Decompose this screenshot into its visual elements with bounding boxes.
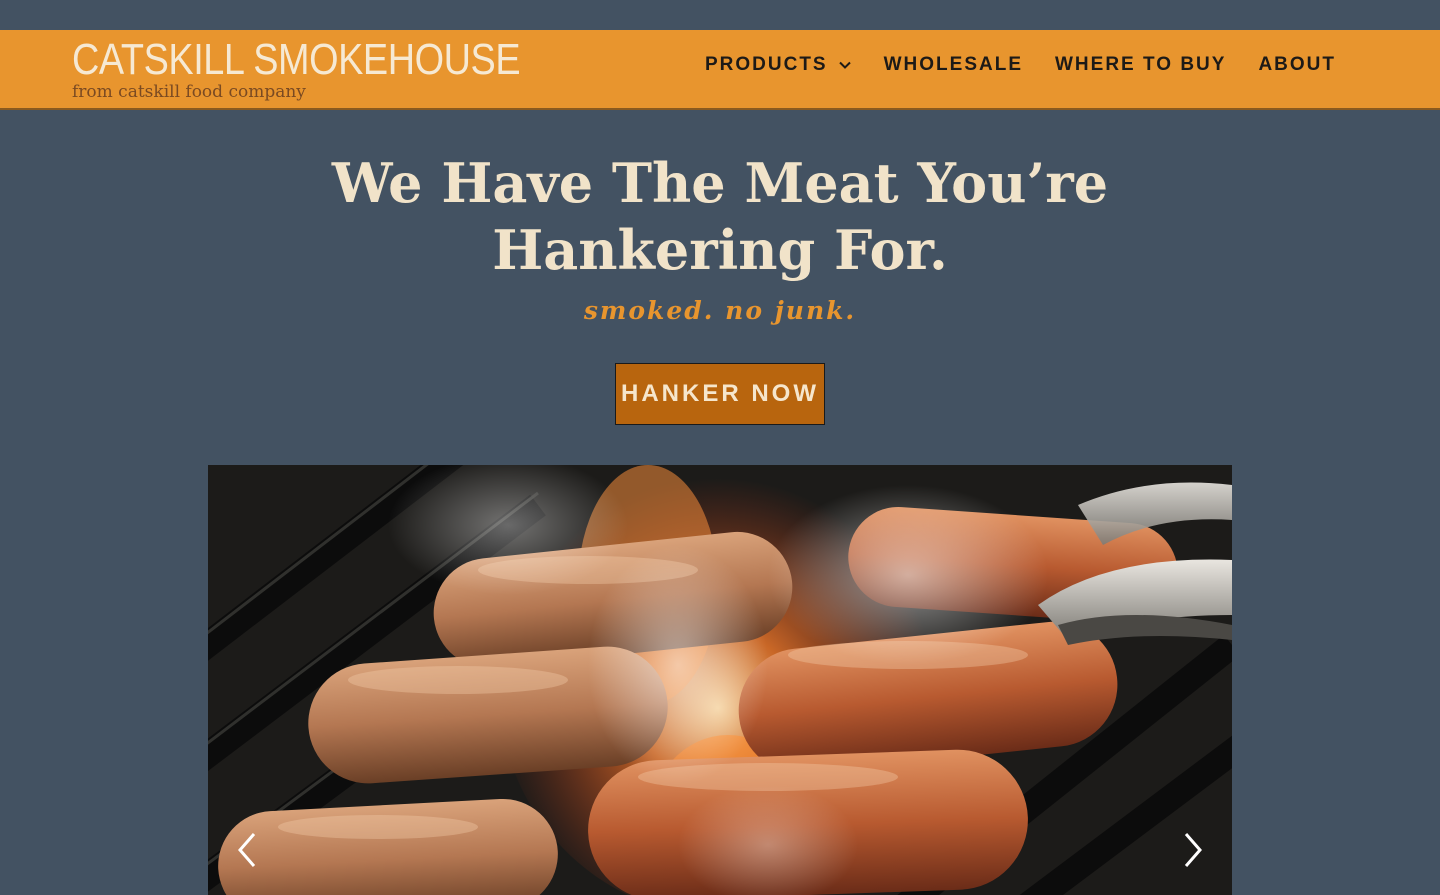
nav-item-label: PRODUCTS (704, 54, 828, 75)
nav-item-label: WHERE TO BUY (1055, 54, 1227, 75)
hero-title-line2: Hankering For. (492, 218, 948, 282)
brand-logo[interactable]: CATSKILL SMOKEHOUSE from catskill food c… (72, 35, 593, 103)
nav-item-label: WHOLESALE (883, 54, 1023, 75)
image-slider (208, 465, 1232, 895)
nav-item-about[interactable]: ABOUT (1258, 54, 1336, 76)
site-header: CATSKILL SMOKEHOUSE from catskill food c… (0, 30, 1440, 110)
chevron-right-icon[interactable] (1176, 830, 1210, 870)
sausages-on-grill-photo (208, 465, 1232, 895)
hanker-now-button[interactable]: HANKER NOW (615, 363, 825, 425)
brand-subtitle: from catskill food company (72, 82, 306, 102)
chevron-left-icon[interactable] (230, 830, 264, 870)
nav-item-where-to-buy[interactable]: WHERE TO BUY (1055, 54, 1226, 76)
hero-title: We Have The Meat You’re Hankering For. (0, 150, 1440, 284)
hero-title-line1: We Have The Meat You’re (331, 151, 1109, 215)
nav-item-products[interactable]: PRODUCTS (705, 54, 852, 76)
chevron-down-icon (838, 61, 851, 69)
nav-item-label: ABOUT (1258, 54, 1336, 75)
main-nav: PRODUCTS WHOLESALE WHERE TO BUY ABOUT (705, 54, 1336, 76)
brand-title: CATSKILL SMOKEHOUSE (72, 35, 521, 84)
top-bar (0, 0, 1440, 30)
nav-item-wholesale[interactable]: WHOLESALE (884, 54, 1023, 76)
hero-subtitle: smoked. no junk. (583, 296, 857, 325)
